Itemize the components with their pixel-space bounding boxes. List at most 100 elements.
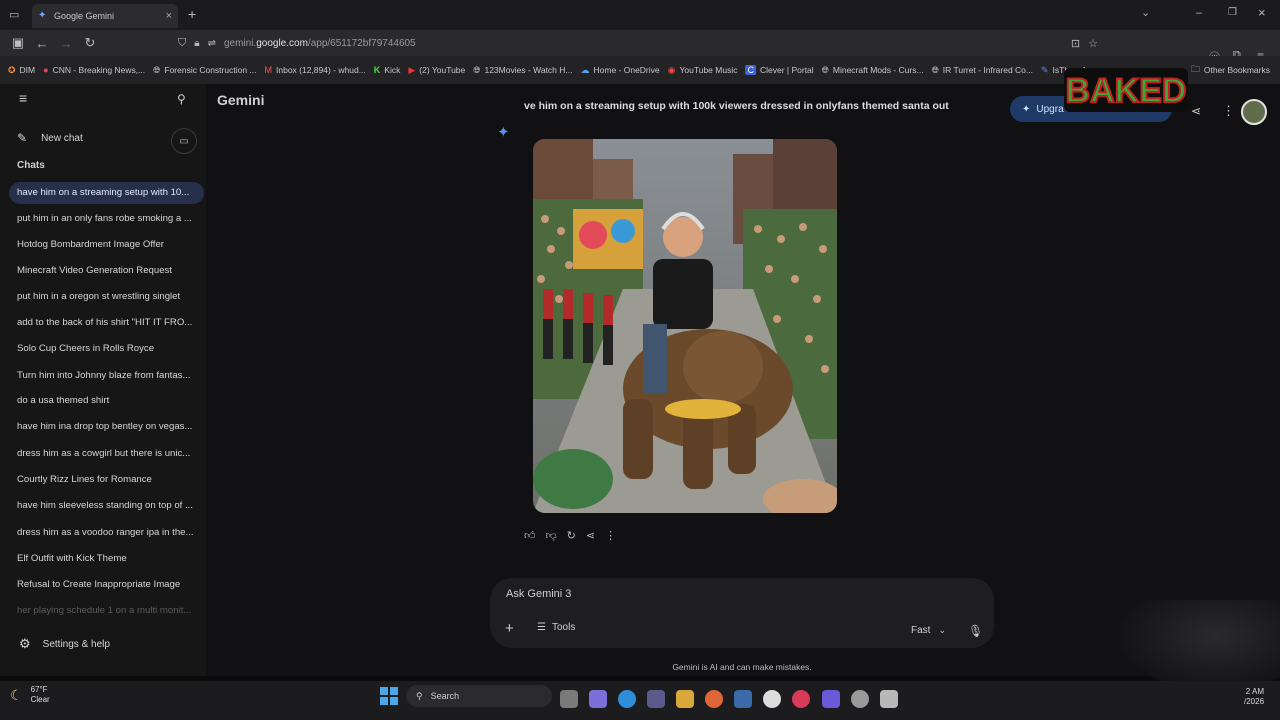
- url-domain: google.com: [256, 38, 308, 49]
- chat-item[interactable]: Hotdog Bombardment Image Offer: [9, 234, 204, 256]
- bookmark-youtube-music[interactable]: ◉ YouTube Music: [668, 65, 738, 76]
- bookmark-inbox[interactable]: M Inbox (12,894) - whud...: [265, 65, 366, 75]
- url-prefix: gemini.: [223, 38, 257, 49]
- chat-item[interactable]: her playing schedule 1 on a multi monit.…: [9, 600, 204, 622]
- settings-app-icon[interactable]: [851, 690, 869, 708]
- weather-widget[interactable]: ☾ 67°F Clear: [10, 685, 50, 705]
- chat-item[interactable]: have him ina drop top bentley on vegas..…: [9, 416, 204, 438]
- thumbs-down-icon[interactable]: 👎︎: [546, 529, 557, 542]
- chrome-icon[interactable]: [763, 690, 781, 708]
- address-bar[interactable]: ⛉ 🔒︎ ⇌ gemini. google.com/app/651172bf797…: [178, 33, 1098, 54]
- model-selector[interactable]: Fast ⌄: [911, 625, 946, 636]
- snipping-tool-icon[interactable]: [880, 690, 898, 708]
- chat-item[interactable]: have him sleeveless standing on top of .…: [9, 495, 204, 517]
- copilot-icon[interactable]: [589, 690, 607, 708]
- tab-list-chevron-icon[interactable]: ⌄: [1141, 6, 1150, 19]
- share-icon[interactable]: ⋖: [586, 529, 595, 542]
- share-icon[interactable]: ⋖: [1191, 104, 1201, 118]
- discord-icon[interactable]: [822, 690, 840, 708]
- site-permissions-icon[interactable]: ⇌: [208, 38, 216, 49]
- media-player-icon[interactable]: [792, 690, 810, 708]
- maximize-icon[interactable]: ❐: [1228, 7, 1237, 18]
- close-tab-icon[interactable]: ×: [166, 10, 172, 22]
- gemini-brand-title[interactable]: Gemini: [217, 92, 264, 108]
- chat-item[interactable]: Solo Cup Cheers in Rolls Royce: [9, 338, 204, 360]
- lock-icon[interactable]: 🔒︎: [194, 38, 199, 49]
- reload-icon[interactable]: ↻: [78, 35, 102, 51]
- shield-icon[interactable]: ⛉: [178, 37, 186, 50]
- more-options-icon[interactable]: ⋮: [1222, 103, 1235, 119]
- globe-icon: 🌐︎: [473, 64, 481, 75]
- microphone-icon[interactable]: 🎙︎: [968, 624, 983, 638]
- prompt-input[interactable]: Ask Gemini 3: [506, 588, 571, 600]
- task-view-icon[interactable]: [560, 690, 578, 708]
- prompt-input-box[interactable]: Ask Gemini 3 + ☰ Tools Fast ⌄ 🎙︎: [490, 578, 994, 648]
- temporary-chat-icon[interactable]: ▭: [171, 128, 197, 154]
- settings-help-button[interactable]: ⚙ Settings & help: [19, 636, 110, 652]
- windows-taskbar: ☾ 67°F Clear ⚲ Search 2 AM /2026: [0, 681, 1280, 720]
- bookmark-forensic[interactable]: 🌐︎ Forensic Construction ...: [153, 65, 256, 76]
- chat-item[interactable]: do a usa themed shirt: [9, 390, 204, 412]
- chat-item[interactable]: Courtly Rizz Lines for Romance: [9, 469, 204, 491]
- thumbs-up-icon[interactable]: 👍︎: [524, 529, 536, 542]
- url-path: /app/651172bf79744605: [307, 38, 416, 49]
- tools-button[interactable]: ☰ Tools: [537, 622, 575, 633]
- new-tab-icon[interactable]: +: [188, 6, 196, 22]
- generated-image[interactable]: [533, 139, 837, 513]
- file-explorer-icon[interactable]: [676, 690, 694, 708]
- chat-item[interactable]: Elf Outfit with Kick Theme: [9, 548, 204, 570]
- chat-item[interactable]: dress him as a cowgirl but there is unic…: [9, 443, 204, 465]
- reader-view-icon[interactable]: ⊡: [1071, 37, 1080, 50]
- chat-item[interactable]: add to the back of his shirt "HIT IT FRO…: [9, 312, 204, 334]
- search-icon[interactable]: ⚲: [177, 92, 186, 106]
- gemini-sparkle-icon: ✦: [497, 124, 510, 141]
- chat-item[interactable]: have him on a streaming setup with 10...: [9, 182, 204, 204]
- hamburger-menu-icon[interactable]: ≡: [19, 90, 27, 106]
- globe-icon: 🌐︎: [153, 64, 161, 75]
- minimize-icon[interactable]: –: [1196, 7, 1202, 19]
- edit-icon: ✎: [17, 131, 28, 145]
- photos-icon[interactable]: [734, 690, 752, 708]
- bookmark-dim[interactable]: ✪ DIM: [8, 65, 35, 76]
- bookmark-minecraft-mods[interactable]: 🌐︎ Minecraft Mods - Curs...: [822, 65, 924, 76]
- close-window-icon[interactable]: ×: [1258, 5, 1266, 20]
- avatar[interactable]: [1241, 99, 1267, 125]
- chat-item[interactable]: put him in a oregon st wrestling singlet: [9, 286, 204, 308]
- bookmark-star-icon[interactable]: ☆: [1088, 37, 1098, 50]
- other-bookmarks[interactable]: 🗀︎ Other Bookmarks: [1191, 62, 1270, 78]
- chat-item[interactable]: dress him as a voodoo ranger ipa in the.…: [9, 522, 204, 544]
- bookmark-onedrive[interactable]: ☁ Home - OneDrive: [581, 65, 660, 76]
- firefox-icon[interactable]: [705, 690, 723, 708]
- bookmark-clever[interactable]: C Clever | Portal: [745, 65, 814, 75]
- bookmark-kick[interactable]: K Kick: [374, 65, 401, 75]
- bookmark-cnn[interactable]: ● CNN - Breaking News,...: [43, 65, 145, 75]
- bookmark-ir-turret[interactable]: 🌐︎ IR Turret - Infrared Co...: [932, 65, 1033, 76]
- chat-item[interactable]: Refusal to Create Inappropriate Image: [9, 574, 204, 596]
- kick-icon: K: [373, 65, 381, 75]
- sidebar-toggle-icon[interactable]: ▣: [6, 35, 30, 51]
- add-attachment-icon[interactable]: +: [505, 620, 514, 637]
- edge-icon[interactable]: [618, 690, 636, 708]
- new-chat-button[interactable]: ✎ New chat: [17, 131, 83, 145]
- svg-text:BAKED: BAKED: [1066, 72, 1187, 110]
- regenerate-icon[interactable]: ↻: [567, 529, 576, 542]
- response-actions: 👍︎ 👎︎ ↻ ⋖ ⋮: [524, 529, 616, 542]
- chat-item[interactable]: put him in an only fans robe smoking a .…: [9, 208, 204, 230]
- taskbar-search[interactable]: ⚲ Search: [406, 685, 552, 707]
- windows-start-icon[interactable]: [380, 687, 398, 705]
- moon-icon: ☾: [10, 686, 23, 703]
- more-options-icon[interactable]: ⋮: [605, 529, 616, 542]
- bookmark-123movies[interactable]: 🌐︎ 123Movies - Watch H...: [473, 65, 572, 76]
- tab-google-gemini[interactable]: ✦ Google Gemini ×: [32, 4, 178, 28]
- youtube-icon: ▶: [408, 64, 416, 75]
- store-icon[interactable]: [647, 690, 665, 708]
- back-arrow-icon[interactable]: ←: [30, 36, 54, 51]
- globe-icon: 🌐︎: [821, 64, 829, 75]
- tab-overview-icon[interactable]: ▭: [9, 8, 19, 21]
- forward-arrow-icon[interactable]: →: [54, 36, 78, 51]
- system-clock[interactable]: 2 AM /2026: [1244, 687, 1264, 707]
- bookmark-youtube[interactable]: ▶ (2) YouTube: [408, 65, 465, 76]
- dim-icon: ✪: [8, 64, 16, 75]
- chat-item[interactable]: Minecraft Video Generation Request: [9, 260, 204, 282]
- chat-item[interactable]: Turn him into Johnny blaze from fantas..…: [9, 365, 204, 387]
